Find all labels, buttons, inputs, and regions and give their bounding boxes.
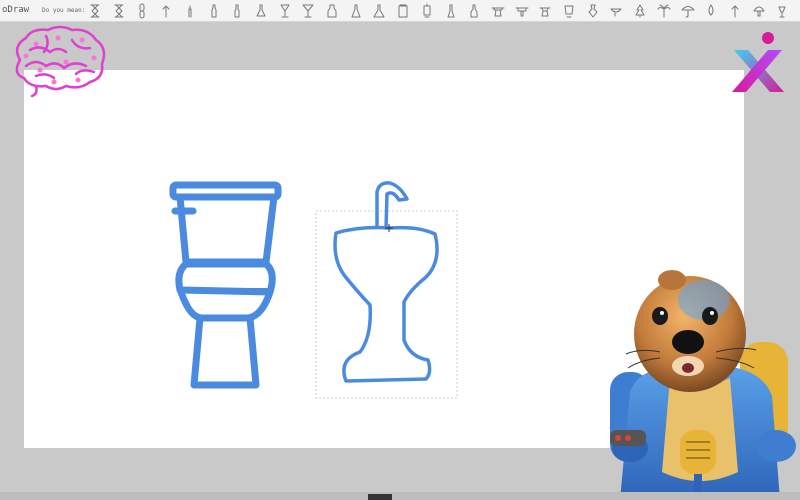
- brain-logo-icon: [15, 25, 106, 98]
- otter-mascot-character: [610, 270, 796, 500]
- bottom-bar: [0, 492, 800, 500]
- x-brand-logo-icon: [732, 32, 784, 92]
- sink-sketch: [333, 181, 439, 383]
- toilet-sketch: [169, 181, 282, 389]
- bottom-handle[interactable]: [368, 494, 392, 500]
